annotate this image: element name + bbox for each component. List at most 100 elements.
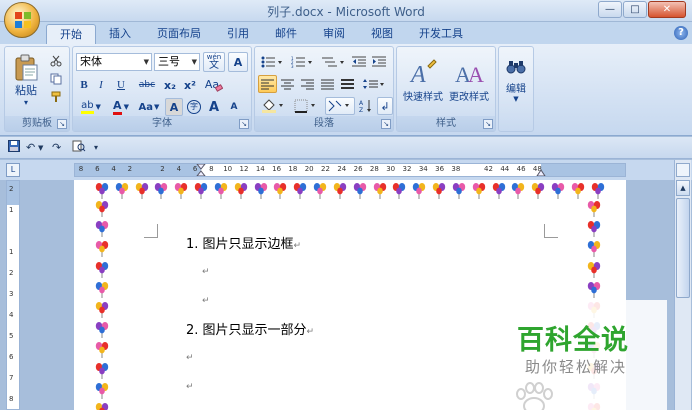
customize-qat-button[interactable]: ▾ bbox=[94, 140, 98, 156]
tab-mailings[interactable]: 邮件 bbox=[262, 24, 310, 44]
increase-indent-button[interactable] bbox=[370, 53, 388, 71]
strikethrough-button[interactable]: abc bbox=[135, 76, 159, 94]
quick-styles-button[interactable]: A 快速样式 bbox=[401, 51, 445, 109]
ruler-tick-label: 20 bbox=[304, 165, 314, 173]
underline-button[interactable]: U bbox=[110, 76, 132, 94]
undo-dropdown[interactable]: ▼ bbox=[38, 140, 43, 156]
balloon-border-icon bbox=[472, 183, 485, 199]
subscript-button[interactable]: x₂ bbox=[161, 76, 179, 94]
balloon-border-icon bbox=[95, 322, 109, 339]
enclose-characters-button[interactable]: 字 bbox=[185, 98, 203, 116]
title-bar: 列子.docx - Microsoft Word — □ ✕ bbox=[0, 0, 692, 22]
font-size-combo[interactable]: 三号 ▼ bbox=[154, 53, 200, 71]
distributed-button[interactable] bbox=[338, 75, 357, 93]
right-indent-marker-icon[interactable] bbox=[536, 168, 546, 176]
scroll-up-button[interactable]: ▲ bbox=[676, 180, 690, 196]
align-left-button[interactable] bbox=[258, 75, 277, 93]
superscript-button[interactable]: x² bbox=[181, 76, 199, 94]
paragraph-mark: ↵ bbox=[202, 296, 210, 306]
numbering-button[interactable]: 123 bbox=[288, 53, 316, 71]
print-preview-button[interactable] bbox=[72, 140, 86, 156]
align-right-button[interactable] bbox=[298, 75, 317, 93]
clipboard-launcher[interactable]: ↘ bbox=[57, 119, 67, 129]
decrease-indent-icon bbox=[352, 56, 366, 67]
phonetic-guide-button[interactable]: wén 文 bbox=[203, 52, 225, 72]
balloon-border-icon bbox=[95, 201, 109, 217]
align-center-button[interactable] bbox=[278, 75, 297, 93]
horizontal-ruler[interactable]: 8 6 4 2 2 4 6 8 10 12 14 16 18 20 22 24 26 28 30 32 34 36 38 42… bbox=[74, 163, 626, 177]
shading-button[interactable] bbox=[258, 97, 288, 115]
indent-marker-icon[interactable] bbox=[196, 164, 206, 176]
tab-view[interactable]: 视图 bbox=[358, 24, 406, 44]
balloon-border-icon bbox=[95, 402, 109, 410]
tab-selector-button[interactable]: L bbox=[6, 163, 20, 177]
view-ruler-button[interactable] bbox=[676, 163, 690, 177]
minimize-button[interactable]: — bbox=[598, 1, 622, 18]
scroll-thumb[interactable] bbox=[676, 198, 690, 298]
balloon-border-icon bbox=[373, 183, 386, 199]
change-case-label: Aa bbox=[138, 101, 154, 113]
format-painter-button[interactable] bbox=[47, 89, 65, 105]
character-border-button[interactable]: A bbox=[228, 52, 248, 72]
change-case-button[interactable]: Aa ▼ bbox=[136, 98, 162, 116]
document-line[interactable]: ↵ bbox=[202, 292, 210, 307]
italic-button[interactable]: I bbox=[93, 76, 109, 94]
balloon-border-icon bbox=[95, 281, 109, 298]
bullets-button[interactable] bbox=[258, 53, 286, 71]
svg-text:A: A bbox=[468, 62, 484, 87]
paste-button[interactable]: 粘贴 ▾ bbox=[9, 51, 43, 109]
font-launcher[interactable]: ↘ bbox=[239, 119, 249, 129]
balloon-border-icon bbox=[452, 183, 466, 199]
styles-launcher[interactable]: ↘ bbox=[483, 119, 493, 129]
paragraph-launcher[interactable]: ↘ bbox=[381, 119, 391, 129]
tab-references[interactable]: 引用 bbox=[214, 24, 262, 44]
borders-button[interactable] bbox=[291, 97, 321, 115]
editing-button[interactable]: 编辑 ▼ bbox=[502, 51, 530, 109]
document-line[interactable]: 2. 图片只显示一部分↵ bbox=[186, 319, 314, 338]
tab-page-layout[interactable]: 页面布局 bbox=[144, 24, 214, 44]
shrink-font-button[interactable]: A bbox=[225, 98, 243, 116]
show-paragraph-marks-button[interactable]: ↲ bbox=[377, 97, 393, 115]
tab-review[interactable]: 审阅 bbox=[310, 24, 358, 44]
copy-button[interactable] bbox=[47, 71, 65, 87]
cut-button[interactable] bbox=[47, 53, 65, 69]
ribbon: 粘贴 ▾ 剪贴板 ↘ 宋体 ▼ 三号 ▼ wén 文 A B I U abc x₂ x… bbox=[0, 44, 692, 136]
highlight-label: ab bbox=[81, 100, 94, 114]
justify-button[interactable] bbox=[318, 75, 337, 93]
watermark: 百科全说 助你轻松解决 bbox=[493, 300, 667, 410]
redo-button[interactable]: ↷ bbox=[52, 140, 61, 156]
change-styles-button[interactable]: AA 更改样式 bbox=[447, 51, 491, 109]
office-button[interactable] bbox=[4, 2, 40, 38]
help-icon[interactable]: ? bbox=[674, 26, 688, 40]
document-line[interactable]: ↵ bbox=[186, 378, 194, 393]
tab-insert[interactable]: 插入 bbox=[96, 24, 144, 44]
vertical-ruler[interactable]: 2 1 1 2 3 4 5 6 7 8 bbox=[6, 180, 20, 410]
tab-developer[interactable]: 开发工具 bbox=[406, 24, 476, 44]
multilevel-list-button[interactable] bbox=[318, 53, 348, 71]
document-line[interactable]: ↵ bbox=[202, 263, 210, 278]
sort-button[interactable]: AZ bbox=[357, 97, 375, 115]
highlight-button[interactable]: ab ▼ bbox=[76, 98, 106, 116]
paste-dropdown-arrow: ▾ bbox=[23, 97, 28, 107]
document-line[interactable]: ↵ bbox=[186, 349, 194, 364]
decrease-indent-button[interactable] bbox=[350, 53, 368, 71]
bold-button[interactable]: B bbox=[76, 76, 92, 94]
vertical-scrollbar[interactable]: ▲ bbox=[674, 160, 691, 410]
document-line[interactable]: 1. 图片只显示边框↵ bbox=[186, 233, 301, 252]
maximize-button[interactable]: □ bbox=[623, 1, 647, 18]
character-shading-button[interactable]: A bbox=[165, 98, 183, 116]
clear-formatting-button[interactable]: Aa bbox=[203, 74, 225, 94]
line-spacing-button[interactable] bbox=[359, 75, 389, 93]
chinese-layout-button[interactable] bbox=[325, 97, 355, 115]
tab-home[interactable]: 开始 bbox=[46, 24, 96, 44]
save-button[interactable] bbox=[8, 140, 20, 156]
close-button[interactable]: ✕ bbox=[648, 1, 686, 18]
undo-button[interactable]: ↶ bbox=[26, 140, 35, 156]
ruler-tick-label: 42 bbox=[484, 165, 493, 173]
balloon-border-icon bbox=[95, 221, 109, 238]
font-color-button[interactable]: A ▼ bbox=[108, 98, 134, 116]
grow-font-button[interactable]: A bbox=[205, 98, 223, 116]
font-name-combo[interactable]: 宋体 ▼ bbox=[76, 53, 152, 71]
font-name-value: 宋体 bbox=[80, 55, 102, 68]
balloon-border-icon bbox=[587, 201, 601, 217]
